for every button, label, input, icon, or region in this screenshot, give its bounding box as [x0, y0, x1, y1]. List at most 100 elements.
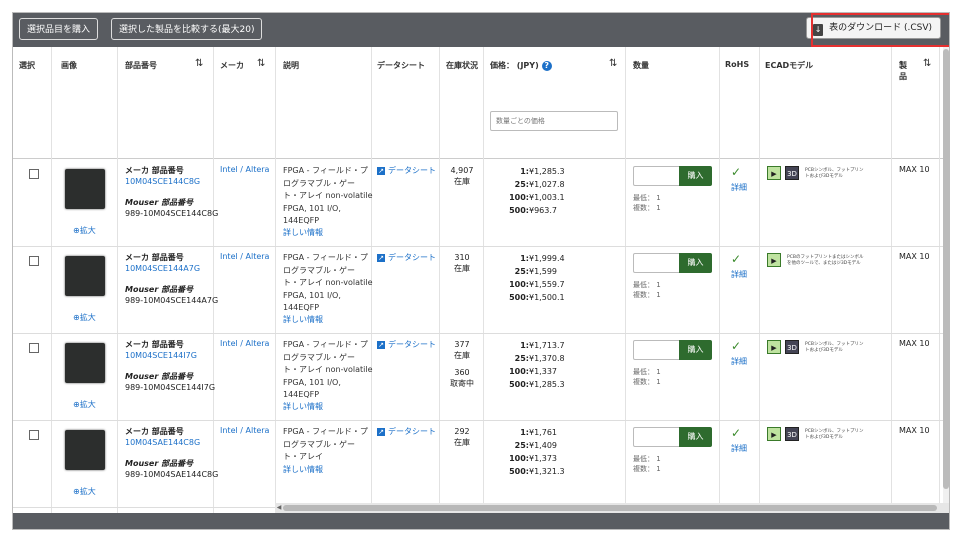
header-series-top[interactable]: 製	[899, 60, 907, 71]
price-value: ¥1,373	[529, 454, 557, 463]
quantity-input[interactable]	[633, 166, 681, 186]
vertical-scrollbar[interactable]	[943, 47, 949, 503]
compare-selected-button[interactable]: 選択した製品を比較する(最大20)	[111, 18, 263, 40]
vertical-scroll-thumb[interactable]	[943, 49, 949, 489]
price-filter-input[interactable]: 数量ごとの価格	[490, 111, 618, 131]
sort-series-icon[interactable]: ⇅	[923, 58, 931, 69]
product-image[interactable]	[61, 340, 111, 384]
header-price-label: 価格： (JPY)	[490, 61, 539, 70]
price-value: ¥1,003.1	[529, 193, 565, 202]
datasheet-link[interactable]: ↗ データシート	[377, 252, 436, 263]
select-checkbox[interactable]	[29, 430, 39, 440]
ecad-model-link[interactable]: ▶ 3D PCBシンボル、フットプリントおよび3Dモデル	[767, 166, 863, 181]
sort-maker-icon[interactable]: ⇅	[257, 58, 265, 69]
maker-link[interactable]: Intel / Altera	[220, 252, 269, 261]
zoom-link[interactable]: ⊕拡大	[73, 486, 96, 497]
ecad-symbol-icon: ▶	[767, 166, 781, 180]
price-break: 100:¥1,003.1	[491, 191, 583, 204]
datasheet-link[interactable]: ↗ データシート	[377, 339, 436, 350]
scroll-left-icon[interactable]: ◀	[275, 503, 283, 513]
maker-link[interactable]: Intel / Altera	[220, 426, 269, 435]
maker-pn-label: メーカ 部品番号	[125, 340, 184, 349]
more-info-link[interactable]: 詳しい情報	[283, 227, 323, 238]
maker-pn-link[interactable]: 10M04SCE144A7G	[125, 264, 200, 273]
ecad-3d-icon: 3D	[785, 166, 799, 180]
min-qty: 最低： 1	[633, 281, 661, 289]
rohs-icon: ✓	[731, 165, 742, 179]
product-image[interactable]	[61, 427, 111, 471]
series-value: MAX 10	[899, 426, 930, 435]
sort-price-icon[interactable]: ⇅	[609, 58, 617, 69]
select-checkbox[interactable]	[29, 343, 39, 353]
price-qty: 1:	[520, 341, 529, 350]
price-qty: 100:	[509, 193, 529, 202]
ecad-model-link[interactable]: ▶ PCBのフットプリントまたはシンボルを他のツールで、またはジ3Dモデル	[767, 253, 863, 268]
header-maker[interactable]: メーカ	[220, 60, 244, 71]
header-datasheet: データシート	[377, 61, 425, 70]
price-break: 25:¥1,409	[491, 439, 583, 452]
min-qty: 最低： 1	[633, 194, 661, 202]
description-line: FPGA - フィールド・プ	[283, 427, 368, 436]
sort-part-number-icon[interactable]: ⇅	[195, 58, 203, 69]
price-qty: 500:	[509, 467, 529, 476]
mouser-pn: 989-10M04SAE144C8G	[125, 470, 219, 479]
price-break: 1:¥1,285.3	[491, 165, 583, 178]
description-line: 144EQFP	[283, 303, 320, 312]
zoom-link[interactable]: ⊕拡大	[73, 312, 96, 323]
price-value: ¥1,285.3	[529, 167, 565, 176]
rohs-detail-link[interactable]: 詳細	[731, 182, 747, 193]
rohs-detail-link[interactable]: 詳細	[731, 356, 747, 367]
ecad-model-link[interactable]: ▶ 3D PCBシンボル、フットプリントおよび3Dモデル	[767, 427, 863, 442]
maker-pn-link[interactable]: 10M04SCE144I7G	[125, 351, 197, 360]
select-checkbox[interactable]	[29, 169, 39, 179]
datasheet-link[interactable]: ↗ データシート	[377, 426, 436, 437]
select-checkbox[interactable]	[29, 256, 39, 266]
product-image[interactable]	[61, 253, 111, 297]
buy-button[interactable]: 購入	[679, 427, 712, 447]
buy-button[interactable]: 購入	[679, 166, 712, 186]
zoom-link[interactable]: ⊕拡大	[73, 399, 96, 410]
quantity-input[interactable]	[633, 427, 681, 447]
buy-button[interactable]: 購入	[679, 340, 712, 360]
description-line: FPGA - フィールド・プ	[283, 253, 368, 262]
price-qty: 1:	[520, 254, 529, 263]
maker-link[interactable]: Intel / Altera	[220, 165, 269, 174]
rohs-detail-link[interactable]: 詳細	[731, 443, 747, 454]
price-qty: 100:	[509, 367, 529, 376]
more-info-link[interactable]: 詳しい情報	[283, 464, 323, 475]
help-icon[interactable]: ?	[541, 61, 552, 71]
stock-qty: 377	[454, 340, 470, 349]
header-series-bottom[interactable]: 品	[899, 71, 907, 82]
table-row: ⊕拡大 メーカ 部品番号 10M04SAE144C8G Mouser 部品番号 …	[13, 420, 949, 508]
more-info-link[interactable]: 詳しい情報	[283, 314, 323, 325]
order-minimums: 最低： 1 複数： 1	[633, 280, 661, 300]
table-row: ⊕拡大 メーカ 部品番号 10M04SCE144I7G Mouser 部品番号 …	[13, 333, 949, 421]
datasheet-link[interactable]: ↗ データシート	[377, 165, 436, 176]
mouser-pn-label: Mouser 部品番号	[125, 372, 194, 381]
buy-selected-button[interactable]: 選択品目を購入	[19, 18, 99, 40]
quantity-input[interactable]	[633, 253, 681, 273]
external-link-icon: ↗	[377, 254, 385, 262]
horizontal-scroll-thumb[interactable]	[283, 505, 937, 511]
maker-pn-link[interactable]: 10M04SCE144C8G	[125, 177, 200, 186]
price-qty: 25:	[514, 267, 529, 276]
price-value: ¥1,500.1	[529, 293, 565, 302]
horizontal-scrollbar[interactable]: ◀	[275, 503, 949, 513]
order-minimums: 最低： 1 複数： 1	[633, 367, 661, 387]
maker-link[interactable]: Intel / Altera	[220, 339, 269, 348]
mult-qty: 複数： 1	[633, 378, 661, 386]
product-image[interactable]	[61, 166, 111, 210]
download-csv-button[interactable]: ↓ 表のダウンロード (.CSV)	[806, 17, 941, 39]
rohs-detail-link[interactable]: 詳細	[731, 269, 747, 280]
zoom-link[interactable]: ⊕拡大	[73, 225, 96, 236]
quantity-input[interactable]	[633, 340, 681, 360]
more-info-link[interactable]: 詳しい情報	[283, 401, 323, 412]
ecad-model-link[interactable]: ▶ 3D PCBシンボル、フットプリントおよび3Dモデル	[767, 340, 863, 355]
description-line: ログラマブル・ゲー	[283, 178, 355, 188]
description-line: FPGA - フィールド・プ	[283, 340, 368, 349]
price-breaks: 1:¥1,285.3 25:¥1,027.8 100:¥1,003.1 500:…	[491, 165, 583, 217]
maker-pn-link[interactable]: 10M04SAE144C8G	[125, 438, 200, 447]
header-part-number[interactable]: 部品番号	[125, 60, 157, 71]
header-price[interactable]: 価格： (JPY)?	[490, 60, 552, 71]
buy-button[interactable]: 購入	[679, 253, 712, 273]
